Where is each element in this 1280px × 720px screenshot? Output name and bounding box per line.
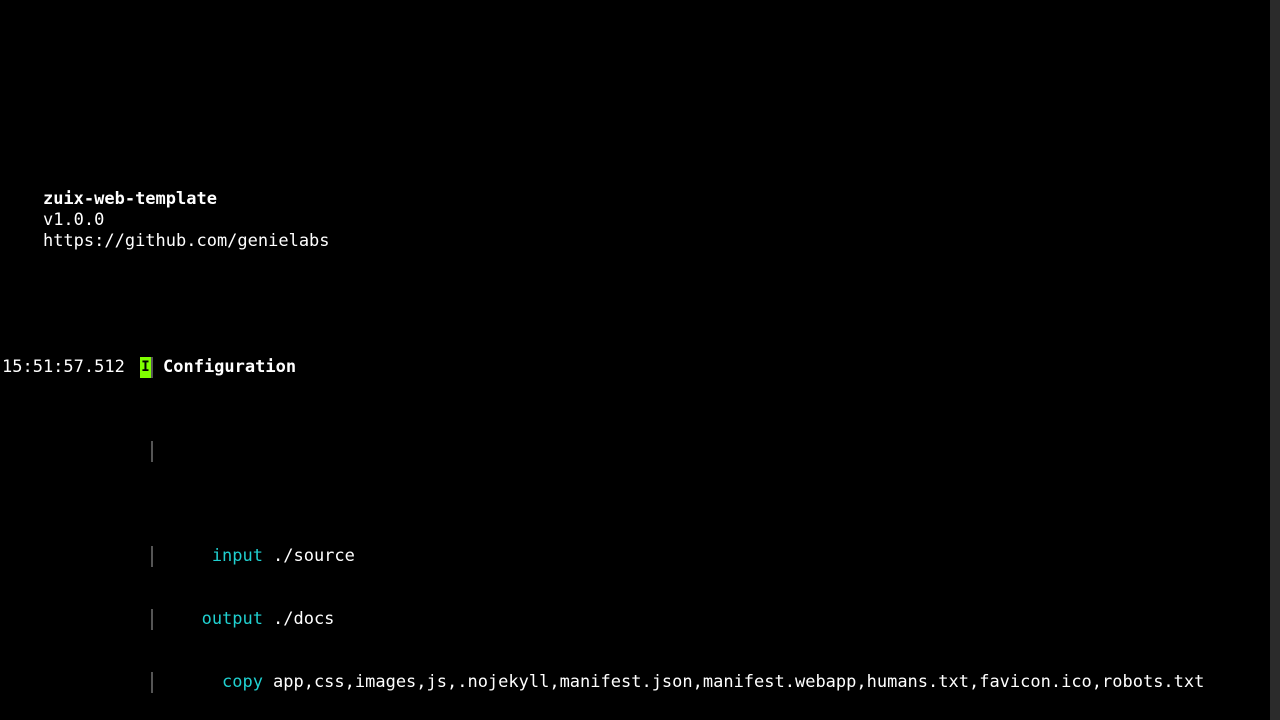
app-url: https://github.com/genielabs xyxy=(43,231,330,251)
timestamp: 15:51:57.512 xyxy=(0,357,140,378)
config-key: copy xyxy=(163,672,263,693)
section-title: Configuration xyxy=(163,357,296,378)
app-name: zuix-web-template xyxy=(43,189,217,209)
app-header: zuix-web-template v1.0.0 https://github.… xyxy=(0,168,1270,189)
app-version: v1.0.0 xyxy=(43,210,104,230)
section-heading-configuration: 15:51:57.512 I Configuration xyxy=(0,357,1270,378)
level-info-icon: I xyxy=(140,357,151,378)
vertical-scrollbar[interactable] xyxy=(1270,0,1280,720)
config-value: ./source xyxy=(273,546,355,567)
config-row: output ./docs xyxy=(0,609,1270,630)
config-row: input ./source xyxy=(0,546,1270,567)
config-key: output xyxy=(163,609,263,630)
terminal-output: zuix-web-template v1.0.0 https://github.… xyxy=(0,0,1270,720)
gutter-divider xyxy=(151,357,153,378)
config-value: ./docs xyxy=(273,609,334,630)
config-value: app,css,images,js,.nojekyll,manifest.jso… xyxy=(273,672,1204,693)
config-row: copy app,css,images,js,.nojekyll,manifest… xyxy=(0,672,1270,693)
config-key: input xyxy=(163,546,263,567)
